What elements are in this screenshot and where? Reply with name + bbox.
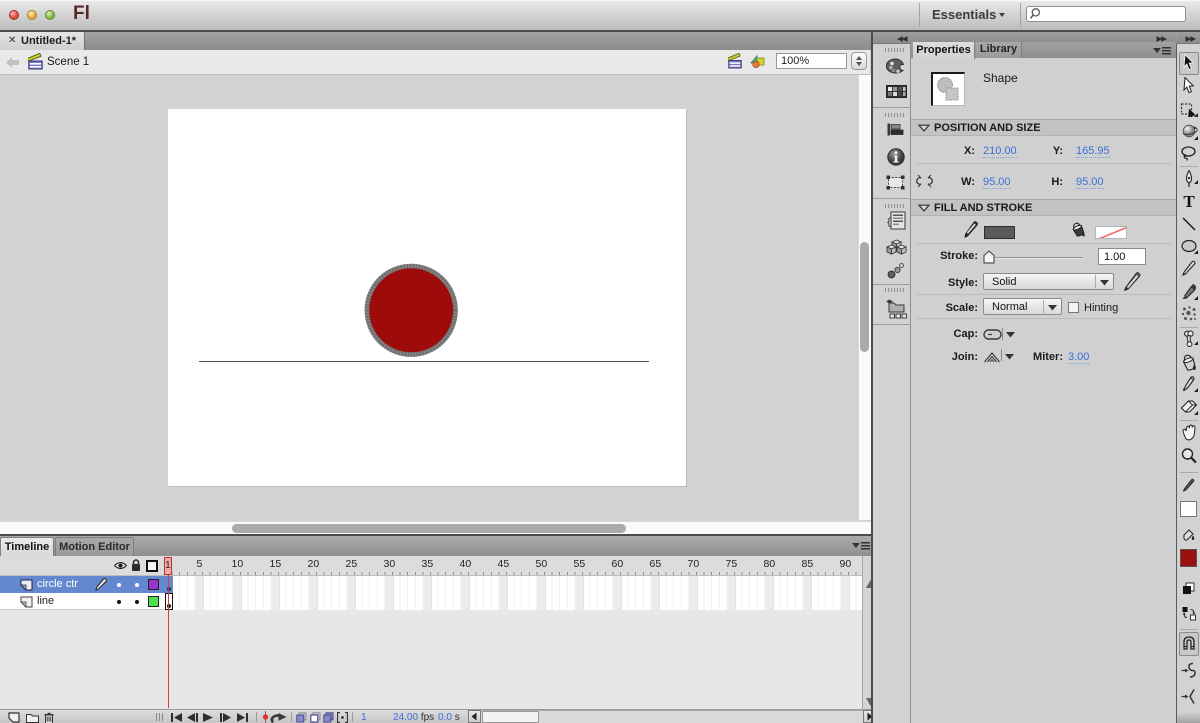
svg-text:{: { (886, 217, 892, 229)
